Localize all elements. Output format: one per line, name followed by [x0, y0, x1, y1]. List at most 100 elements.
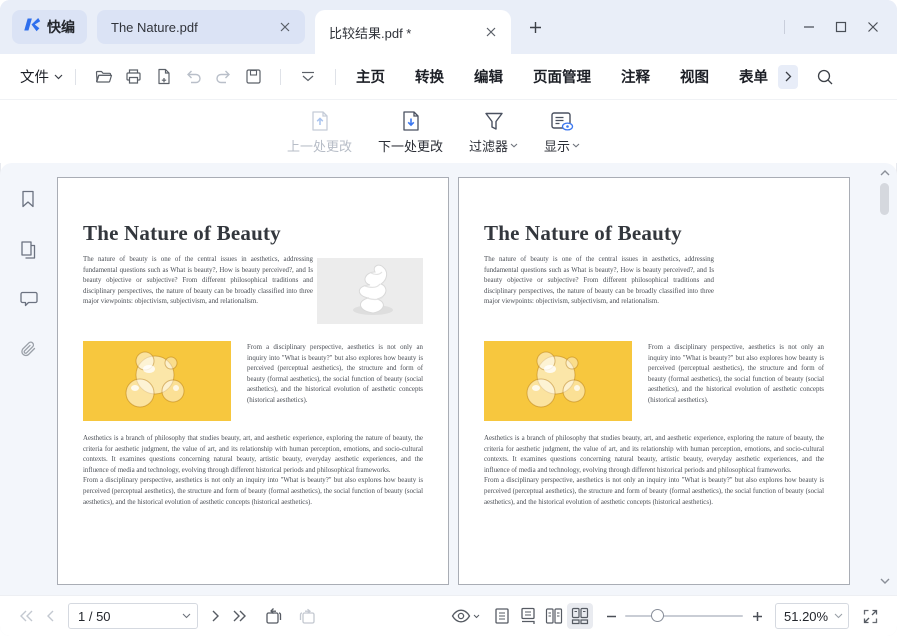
scroll-up-icon[interactable]: [879, 167, 891, 179]
compare-toolbar: 上一处更改 下一处更改 过滤器 显示: [0, 100, 897, 163]
tab-form[interactable]: 表单: [739, 66, 768, 87]
document-title: The Nature of Beauty: [83, 221, 423, 246]
previous-view-button[interactable]: [262, 604, 286, 628]
previous-change-label: 上一处更改: [287, 136, 352, 155]
chevron-down-icon[interactable]: [182, 613, 191, 619]
previous-page-button[interactable]: [38, 604, 62, 628]
chevron-down-icon: [510, 143, 518, 148]
minimize-button[interactable]: [795, 13, 823, 41]
first-page-button[interactable]: [14, 604, 38, 628]
new-tab-button[interactable]: [521, 13, 549, 41]
open-file-button[interactable]: [88, 62, 118, 92]
search-button[interactable]: [810, 62, 840, 92]
maximize-button[interactable]: [827, 13, 855, 41]
single-page-icon: [494, 607, 510, 625]
redo-button[interactable]: [208, 62, 238, 92]
tab-edit[interactable]: 编辑: [474, 66, 503, 87]
pdf-page-left[interactable]: The Nature of Beauty The nature of beaut…: [57, 177, 449, 585]
new-page-icon: [154, 67, 173, 86]
show-label: 显示: [544, 136, 580, 155]
filter-funnel-icon: [482, 109, 506, 133]
continuous-view-button[interactable]: [515, 603, 541, 629]
attachments-panel-button[interactable]: [14, 335, 42, 363]
tab-compare-result-pdf[interactable]: 比较结果.pdf *: [315, 10, 511, 54]
app-logo-icon: [24, 16, 41, 38]
more-tabs-button[interactable]: [778, 65, 798, 89]
zoom-out-button[interactable]: [601, 606, 621, 626]
zoom-slider-knob[interactable]: [651, 609, 664, 622]
last-page-icon: [233, 610, 247, 622]
print-button[interactable]: [118, 62, 148, 92]
facing-continuous-icon: [571, 607, 589, 625]
facing-continuous-view-button[interactable]: [567, 603, 593, 629]
tab-annotate[interactable]: 注释: [621, 66, 650, 87]
pages-row: The Nature of Beauty The nature of beaut…: [57, 177, 850, 585]
page-indicator: 1 / 50: [78, 609, 182, 624]
plus-icon: [752, 611, 763, 622]
navigation-sidebar: [0, 163, 56, 595]
pages-icon: [19, 239, 38, 259]
zoom-in-button[interactable]: [747, 606, 767, 626]
document-title: The Nature of Beauty: [484, 221, 824, 246]
document-viewport: The Nature of Beauty The nature of beaut…: [0, 163, 897, 595]
chevron-down-icon: [54, 74, 63, 80]
undo-button[interactable]: [178, 62, 208, 92]
search-icon: [816, 68, 834, 86]
read-mode-button[interactable]: [447, 603, 483, 629]
chevron-down-icon: [572, 143, 580, 148]
close-icon[interactable]: [481, 22, 501, 42]
next-page-button[interactable]: [204, 604, 228, 628]
next-change-button[interactable]: 下一处更改: [378, 109, 443, 155]
filter-button[interactable]: 过滤器: [469, 109, 518, 155]
close-icon[interactable]: [275, 17, 295, 37]
prev-change-icon: [308, 109, 332, 133]
tab-bar: 快编 The Nature.pdf 比较结果.pdf *: [0, 0, 897, 54]
pages-panel-button[interactable]: [14, 235, 42, 263]
bookmarks-panel-button[interactable]: [14, 185, 42, 213]
app-logo[interactable]: 快编: [12, 10, 87, 44]
undo-icon: [184, 67, 203, 86]
facing-view-button[interactable]: [541, 603, 567, 629]
divider: [335, 69, 336, 85]
document-paragraph: From a disciplinary perspective, aesthet…: [247, 343, 423, 421]
single-page-view-button[interactable]: [489, 603, 515, 629]
eye-icon: [451, 609, 471, 623]
tab-home[interactable]: 主页: [356, 66, 385, 87]
first-page-icon: [19, 610, 33, 622]
zoom-level-select[interactable]: 51.20%: [775, 603, 849, 629]
next-page-icon: [212, 610, 220, 622]
scroll-down-icon[interactable]: [879, 575, 891, 587]
next-view-button[interactable]: [294, 604, 318, 628]
chevron-down-icon[interactable]: [834, 613, 843, 619]
prev-page-icon: [46, 610, 54, 622]
bubbles-figure: [83, 341, 231, 421]
zoom-slider[interactable]: [625, 606, 743, 626]
save-button[interactable]: [238, 62, 268, 92]
show-button[interactable]: 显示: [544, 109, 580, 155]
redo-icon: [214, 67, 233, 86]
file-menu-button[interactable]: 文件: [20, 66, 63, 87]
page-number-input[interactable]: 1 / 50: [68, 603, 198, 629]
zoom-level-value: 51.20%: [784, 609, 834, 624]
tab-page-management[interactable]: 页面管理: [533, 66, 591, 87]
scrollbar-thumb[interactable]: [880, 183, 889, 215]
zoom-slider-track[interactable]: [625, 615, 743, 617]
collapse-toolbar-button[interactable]: [293, 62, 323, 92]
previous-change-button[interactable]: 上一处更改: [287, 109, 352, 155]
last-page-button[interactable]: [228, 604, 252, 628]
divider: [784, 20, 785, 34]
new-page-button[interactable]: [148, 62, 178, 92]
tab-convert[interactable]: 转换: [415, 66, 444, 87]
vertical-scrollbar[interactable]: [877, 163, 893, 595]
window-close-button[interactable]: [859, 13, 887, 41]
tab-view[interactable]: 视图: [680, 66, 709, 87]
chevron-down-icon: [473, 614, 480, 619]
divider: [280, 69, 281, 85]
document-paragraph: The nature of beauty is one of the centr…: [83, 255, 313, 324]
tab-the-nature-pdf[interactable]: The Nature.pdf: [97, 10, 305, 44]
document-paragraph: From a disciplinary perspective, aesthet…: [83, 476, 423, 508]
comments-panel-button[interactable]: [14, 285, 42, 313]
chevron-right-icon: [785, 71, 792, 82]
fullscreen-button[interactable]: [857, 603, 883, 629]
pdf-page-right[interactable]: The Nature of Beauty The nature of beaut…: [458, 177, 850, 585]
